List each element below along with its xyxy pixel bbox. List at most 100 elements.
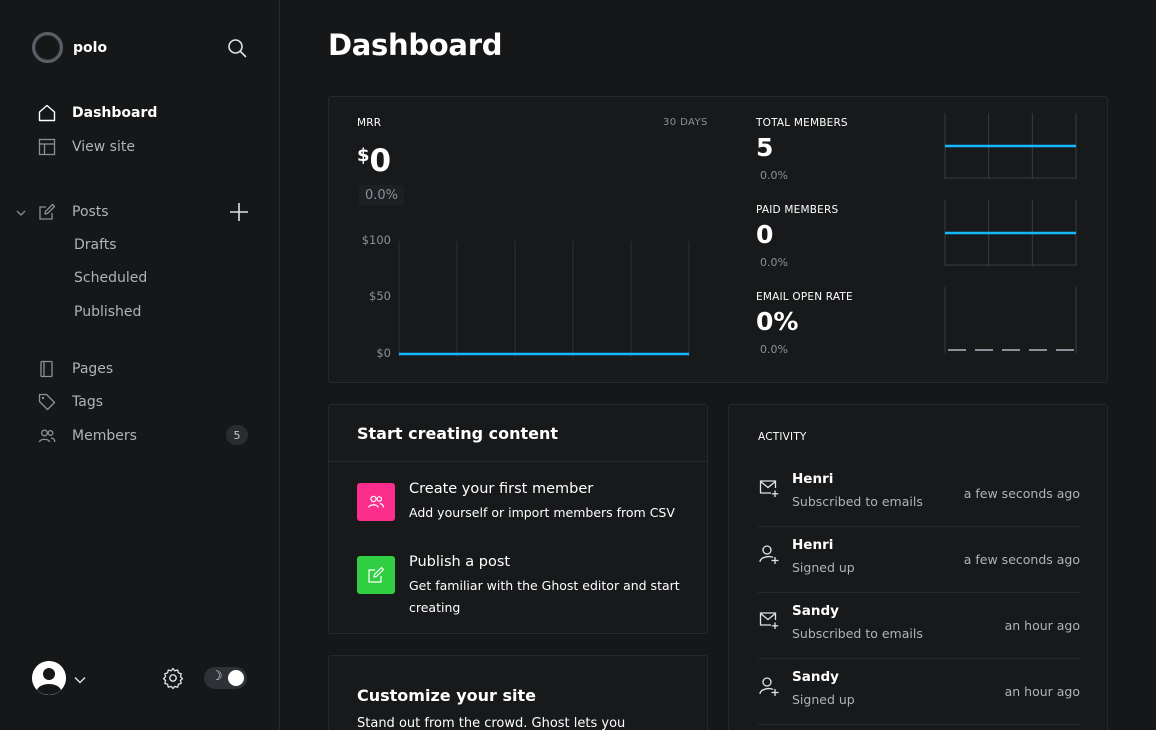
add-post-icon[interactable] [228, 201, 250, 223]
edit-icon [357, 556, 395, 594]
sidebar-item-posts[interactable]: Posts [36, 200, 109, 224]
task-title: Create your first member [409, 481, 594, 497]
bar [1056, 349, 1074, 351]
page-title: Dashboard [328, 28, 503, 62]
metric-value: 0% [756, 307, 799, 336]
metric-value: 0 [756, 220, 774, 249]
card-title: Customize your site [357, 686, 536, 705]
edit-icon [36, 201, 58, 223]
bar [948, 349, 966, 351]
bar [1002, 349, 1020, 351]
mrr-chart [398, 241, 690, 357]
sidebar-item-label: Members [72, 428, 137, 444]
layout-icon [36, 136, 58, 158]
activity-time: a few seconds ago [963, 552, 1080, 567]
activity-item[interactable]: Henri Subscribed to emails a few seconds… [758, 461, 1080, 527]
metric-change: 0.0% [760, 343, 788, 356]
sidebar-item-dashboard[interactable]: Dashboard [36, 101, 157, 125]
y-tick-label: $100 [361, 233, 391, 247]
sidebar-item-tags[interactable]: Tags [36, 390, 103, 414]
mrr-value: $0 [357, 143, 391, 179]
metric-value: 5 [756, 133, 774, 162]
brand[interactable]: polo [32, 32, 107, 63]
mrr-range[interactable]: 30 DAYS [663, 117, 708, 128]
dark-mode-toggle[interactable]: ☽ [204, 667, 247, 689]
y-tick-label: $50 [369, 289, 391, 303]
mail-plus-icon [758, 609, 780, 631]
total-members-sparkline [944, 113, 1077, 179]
sidebar-item-published[interactable]: Published [74, 304, 141, 320]
mail-plus-icon [758, 477, 780, 499]
sidebar-item-view-site[interactable]: View site [36, 135, 135, 159]
user-plus-icon [758, 675, 780, 697]
metric-label: PAID MEMBERS [756, 204, 839, 216]
search-icon[interactable] [226, 37, 248, 59]
site-logo [32, 32, 63, 63]
mrr-label: MRR [357, 117, 382, 129]
card-title: Start creating content [357, 424, 559, 443]
task-title: Publish a post [409, 554, 511, 570]
start-creating-card: Start creating content Create your first… [328, 404, 708, 634]
mrr-currency: $ [357, 145, 370, 166]
activity-description: Subscribed to emails [792, 494, 923, 509]
site-name: polo [73, 39, 108, 56]
mrr-amount: 0 [369, 143, 392, 179]
metric-label: EMAIL OPEN RATE [756, 291, 853, 303]
activity-item[interactable]: Sandy Signed up an hour ago [758, 659, 1080, 725]
activity-description: Signed up [792, 560, 855, 575]
activity-description: Subscribed to emails [792, 626, 923, 641]
y-tick-label: $0 [376, 346, 391, 360]
chevron-down-icon[interactable] [73, 672, 87, 686]
metrics-card: MRR 30 DAYS $0 0.0% $100 $50 $0 TOTAL ME… [328, 96, 1108, 383]
activity-label: ACTIVITY [758, 431, 807, 443]
users-icon [357, 483, 395, 521]
sidebar-item-label: Posts [72, 204, 109, 220]
create-member-task[interactable]: Create your first member Add yourself or… [357, 481, 697, 523]
sidebar-item-label: Pages [72, 361, 114, 377]
sidebar-item-label: Tags [72, 394, 103, 410]
activity-name: Henri [792, 471, 834, 487]
bar [975, 349, 993, 351]
page-icon [36, 358, 58, 380]
moon-icon: ☽ [211, 669, 223, 684]
sidebar-item-members[interactable]: Members [36, 424, 137, 448]
customize-site-card: Customize your site Stand out from the c… [328, 655, 708, 730]
activity-name: Sandy [792, 603, 839, 619]
sidebar: polo Dashboard View site Posts Drafts Sc… [0, 0, 280, 730]
activity-name: Sandy [792, 669, 839, 685]
users-icon [36, 425, 58, 447]
activity-name: Henri [792, 537, 834, 553]
email-open-rate-bars [944, 287, 1077, 353]
divider [329, 461, 707, 462]
sidebar-item-label: View site [72, 139, 135, 155]
activity-time: a few seconds ago [963, 486, 1080, 501]
activity-description: Signed up [792, 692, 855, 707]
activity-card: ACTIVITY Henri Subscribed to emails a fe… [728, 404, 1108, 730]
mrr-change: 0.0% [359, 185, 405, 206]
user-plus-icon [758, 543, 780, 565]
sidebar-item-label: Dashboard [72, 105, 158, 121]
avatar[interactable] [32, 661, 66, 695]
sidebar-item-drafts[interactable]: Drafts [74, 237, 117, 253]
paid-members-sparkline [944, 200, 1077, 266]
members-count-badge: 5 [226, 425, 248, 445]
metric-change: 0.0% [760, 256, 788, 269]
activity-time: an hour ago [1004, 684, 1080, 699]
bar [1029, 349, 1047, 351]
toggle-knob [228, 670, 244, 686]
activity-item[interactable]: Sandy Subscribed to emails an hour ago [758, 593, 1080, 659]
metric-change: 0.0% [760, 169, 788, 182]
activity-item[interactable]: Henri Signed up a few seconds ago [758, 527, 1080, 593]
sidebar-item-scheduled[interactable]: Scheduled [74, 270, 147, 286]
card-description: Stand out from the crowd. Ghost lets you [357, 716, 626, 730]
task-description: Add yourself or import members from CSV [409, 505, 675, 520]
metric-label: TOTAL MEMBERS [756, 117, 848, 129]
gear-icon[interactable] [161, 666, 185, 690]
home-icon [36, 102, 58, 124]
task-description: Get familiar with the Ghost editor and s… [409, 578, 680, 615]
tag-icon [36, 391, 58, 413]
chevron-down-icon[interactable] [14, 205, 28, 219]
sidebar-item-pages[interactable]: Pages [36, 357, 113, 381]
publish-post-task[interactable]: Publish a post Get familiar with the Gho… [357, 554, 697, 616]
activity-time: an hour ago [1004, 618, 1080, 633]
